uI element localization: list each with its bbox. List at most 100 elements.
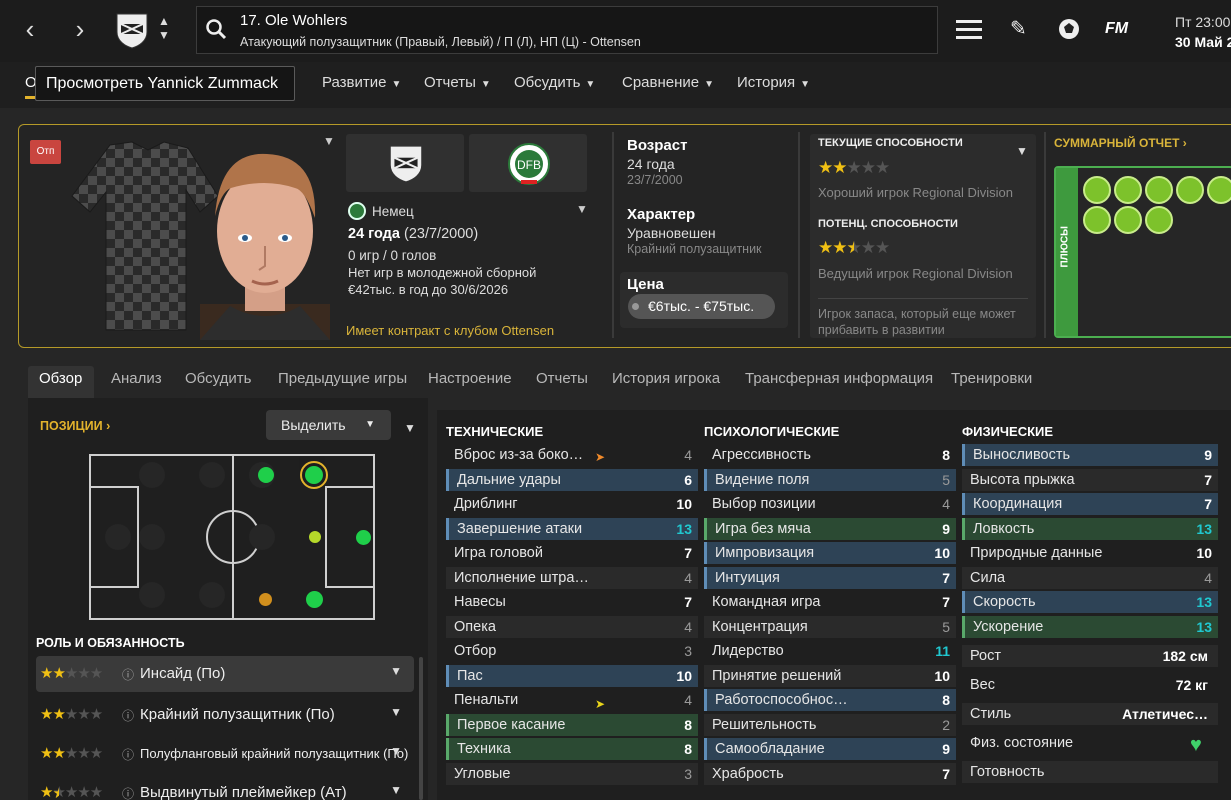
mental-row[interactable]: Концентрация 5 [704,615,956,638]
menu-development[interactable]: Развитие ▼ [322,74,401,91]
mental-row[interactable]: Решительность 2 [704,713,956,736]
strength-icon[interactable] [1114,206,1142,234]
mental-row[interactable]: Работоспособнос… 8 [704,689,956,711]
technical-row[interactable]: Вброс из-за боко… 4 [446,444,698,466]
tab-overview[interactable]: Обзор [39,370,82,387]
strength-icon[interactable] [1207,176,1231,204]
attribute-value: 8 [942,447,950,463]
tab-training[interactable]: Тренировки [951,370,1032,387]
menu-history[interactable]: История ▼ [737,74,810,91]
physical-row[interactable]: Скорость 13 [962,591,1218,613]
physical-row[interactable]: Выносливость 9 [962,444,1218,466]
tab-previous-games[interactable]: Предыдущие игры [278,370,407,387]
profile-dropdown-icon[interactable]: ▼ [323,134,335,148]
attribute-name: Техника [457,741,511,757]
current-date[interactable]: 30 Май 2 [1175,34,1231,50]
technical-row[interactable]: Игра головой 7 [446,542,698,564]
info-icon[interactable]: ⓘ [122,746,134,763]
technical-row[interactable]: Дриблинг 10 [446,493,698,515]
nation-dropdown-icon[interactable]: ▼ [576,202,588,216]
strength-icon[interactable] [1145,176,1173,204]
technical-row[interactable]: Первое касание 8 [446,713,698,736]
attribute-value: 5 [942,618,950,635]
mental-row[interactable]: Интуиция 7 [704,566,956,589]
position-dot-natural[interactable] [258,467,274,483]
tab-discuss[interactable]: Обсудить [185,370,251,387]
mental-row[interactable]: Агрессивность 8 [704,444,956,466]
technical-row[interactable]: Исполнение штра… 4 [446,566,698,589]
tab-reports[interactable]: Отчеты [536,370,588,387]
attribute-value: 6 [684,471,692,488]
role-row[interactable]: ★★★★★ ⓘ Полуфланговый крайний полузащитник… [36,736,414,772]
info-icon[interactable]: ⓘ [122,707,134,724]
forward-arrow-icon[interactable]: › [68,14,92,46]
physical-row[interactable]: Сила 4 [962,566,1218,589]
highlight-select[interactable]: Выделить ▼ [266,410,391,440]
physical-row[interactable]: Координация 7 [962,493,1218,515]
club-crest-icon[interactable] [112,10,152,50]
back-arrow-icon[interactable]: ‹ [18,14,42,46]
attribute-value: 9 [1204,447,1212,463]
mental-row[interactable]: Выбор позиции 4 [704,493,956,515]
mental-row[interactable]: Принятие решений 10 [704,664,956,687]
status-badge[interactable]: Отп [30,140,61,164]
mental-row[interactable]: Самообладание 9 [704,738,956,760]
info-icon[interactable]: ⓘ [122,785,134,800]
technical-row[interactable]: Пенальти 4 [446,689,698,711]
role-row[interactable]: ★★★★★ ⓘ Инсайд (По) ▼ [36,656,414,692]
position-dot-selected[interactable] [305,466,323,484]
menu-reports[interactable]: Отчеты ▼ [424,74,491,91]
technical-title: ТЕХНИЧЕСКИЕ [446,424,544,439]
role-row[interactable]: ★★★★★ ⓘ Крайний полузащитник (По) ▼ [36,697,414,733]
mental-row[interactable]: Командная игра 7 [704,591,956,613]
strength-icon[interactable] [1083,206,1111,234]
edit-pencil-icon[interactable]: ✎ [1010,16,1027,41]
strength-icon[interactable] [1145,206,1173,234]
technical-row[interactable]: Пас 10 [446,664,698,687]
mental-row[interactable]: Игра без мяча 9 [704,517,956,540]
price-value[interactable]: €6тыс. - €75тыс. [628,294,775,319]
contract-link[interactable]: Имеет контракт с клубом Ottensen [346,323,554,338]
ability-dropdown-icon[interactable]: ▼ [1016,144,1028,158]
ball-icon[interactable] [1057,17,1081,46]
position-dot-natural[interactable] [306,591,323,608]
info-icon[interactable]: ⓘ [122,666,134,683]
strength-icon[interactable] [1114,176,1142,204]
role-row[interactable]: ★★★★★★ⓘВыдвинутый плеймейкер (Ат)▼ [36,775,414,800]
strength-icon[interactable] [1083,176,1111,204]
tab-analysis[interactable]: Анализ [111,370,162,387]
menu-discuss[interactable]: Обсудить ▼ [514,74,595,91]
mental-row[interactable]: Импровизация 10 [704,542,956,564]
position-dot-unconvincing[interactable] [259,593,272,606]
technical-row[interactable]: Угловые 3 [446,762,698,785]
positions-dropdown-icon[interactable]: ▼ [404,421,416,435]
roles-scrollbar[interactable] [419,657,423,800]
physical-row[interactable]: Природные данные 10 [962,542,1218,564]
mental-row[interactable]: Храбрость 7 [704,762,956,785]
technical-row[interactable]: Навесы 7 [446,591,698,613]
physical-row[interactable]: Ловкость 13 [962,517,1218,540]
mental-row[interactable]: Лидерство 11 [704,640,956,662]
technical-row[interactable]: Дальние удары 6 [446,468,698,491]
player-switch-arrows[interactable]: ▲ ▼ [158,14,170,42]
physical-row[interactable]: Высота прыжка 7 [962,468,1218,491]
tab-transfer-info[interactable]: Трансферная информация [745,370,933,387]
technical-row[interactable]: Опека 4 [446,615,698,638]
menu-icon[interactable] [956,20,982,39]
menu-compare[interactable]: Сравнение ▼ [622,74,714,91]
strengths-panel [1054,166,1231,338]
tab-player-history[interactable]: История игрока [612,370,720,387]
fm-logo[interactable]: FM [1105,20,1128,38]
summary-report-link[interactable]: СУММАРНЫЙ ОТЧЕТ › [1054,136,1187,150]
position-dot-competent[interactable] [309,531,321,543]
mental-row[interactable]: Видение поля 5 [704,468,956,491]
tab-mood[interactable]: Настроение [428,370,512,387]
positions-link[interactable]: ПОЗИЦИИ › [40,419,110,433]
physical-row[interactable]: Ускорение 13 [962,615,1218,638]
position-dot-natural[interactable] [356,530,371,545]
technical-row[interactable]: Техника 8 [446,738,698,760]
technical-row[interactable]: Завершение атаки 13 [446,517,698,540]
attribute-value: 4 [684,618,692,635]
strength-icon[interactable] [1176,176,1204,204]
technical-row[interactable]: Отбор 3 [446,640,698,662]
